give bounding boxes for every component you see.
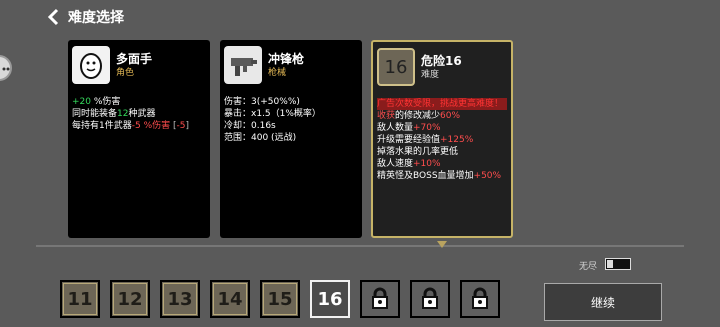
- character-card-header: 多面手 角色: [72, 46, 206, 84]
- character-stats: +20 %伤害 同时能装备12种武器 每持有1件武器-5 %伤害 [-5]: [72, 96, 206, 132]
- difficulty-enemy-count: 敌人数量+70%: [377, 123, 441, 133]
- edge-menu-button[interactable]: [0, 55, 12, 81]
- difficulty-name: 危险16: [421, 53, 462, 68]
- difficulty-fruit-drop: 掉落水果的几率更低: [377, 147, 459, 157]
- difficulty-type: 难度: [421, 69, 440, 80]
- weapon-stat-range: 范围：400 (远战): [224, 133, 297, 143]
- weapon-name: 冲锋枪: [268, 51, 305, 66]
- character-stat-damage: +20 %伤害: [72, 97, 121, 107]
- back-icon[interactable]: [46, 8, 62, 26]
- weapon-stats: 伤害：3(+50%%) 暴击：x1.5（1%概率） 冷却：0.16s 范围：40…: [224, 96, 358, 144]
- level-button-14[interactable]: 14: [210, 280, 250, 318]
- difficulty-stats: 广告次数受限，挑战更高难度！ 收获的修改减少60% 敌人数量+70% 升级需要经…: [377, 98, 507, 182]
- level-button-13[interactable]: 13: [160, 280, 200, 318]
- infinite-mode-label: 无尽: [579, 262, 598, 272]
- weapon-stat-cooldown: 冷却：0.16s: [224, 121, 276, 131]
- difficulty-upgrade-xp: 升级需要经验值+125%: [377, 135, 474, 145]
- difficulty-enemy-speed: 敌人速度+10%: [377, 159, 441, 169]
- selection-pointer-icon: [437, 241, 447, 248]
- egg-icon: [80, 53, 102, 79]
- lock-icon: [422, 287, 438, 309]
- infinite-mode-toggle[interactable]: [605, 258, 631, 270]
- weapon-card[interactable]: 冲锋枪 枪械 伤害：3(+50%%) 暴击：x1.5（1%概率） 冷却：0.16…: [220, 40, 362, 238]
- lock-icon: [372, 287, 388, 309]
- difficulty-warning: 广告次数受限，挑战更高难度！: [377, 98, 507, 110]
- character-type: 角色: [116, 67, 135, 78]
- character-card[interactable]: 多面手 角色 +20 %伤害 同时能装备12种武器 每持有1件武器-5 %伤害 …: [68, 40, 210, 238]
- lock-icon: [472, 287, 488, 309]
- weapon-stat-crit: 暴击：x1.5（1%概率）: [224, 109, 321, 119]
- character-portrait: [72, 46, 110, 84]
- toggle-knob: [607, 260, 613, 268]
- difficulty-elite-health: 精英怪及BOSS血量增加+50%: [377, 171, 502, 181]
- gun-icon: [231, 58, 257, 76]
- page-title: 难度选择: [68, 10, 124, 26]
- page-header: 难度选择: [46, 7, 124, 27]
- character-stat-per-weapon: 每持有1件武器-5 %伤害 [-5]: [72, 121, 190, 131]
- weapon-card-header: 冲锋枪 枪械: [224, 46, 358, 84]
- edge-menu-icon: [2, 67, 10, 71]
- difficulty-harvest: 收获的修改减少60%: [377, 111, 461, 121]
- selection-divider: [36, 245, 684, 247]
- level-button-16[interactable]: 16: [310, 280, 350, 318]
- level-button-15[interactable]: 15: [260, 280, 300, 318]
- locked-level-button[interactable]: [460, 280, 500, 318]
- character-name: 多面手: [116, 51, 153, 66]
- weapon-stat-damage: 伤害：3(+50%%): [224, 97, 300, 107]
- weapon-type: 枪械: [268, 67, 287, 78]
- difficulty-card[interactable]: 16 危险16 难度 广告次数受限，挑战更高难度！ 收获的修改减少60% 敌人数…: [371, 40, 513, 238]
- continue-button[interactable]: 继续: [544, 283, 662, 321]
- difficulty-level-badge: 16: [377, 48, 415, 86]
- level-button-11[interactable]: 11: [60, 280, 100, 318]
- locked-level-button[interactable]: [410, 280, 450, 318]
- difficulty-card-header: 16 危险16 难度: [377, 48, 507, 86]
- character-stat-weapons: 同时能装备12种武器: [72, 109, 156, 119]
- locked-level-button[interactable]: [360, 280, 400, 318]
- weapon-portrait: [224, 46, 262, 84]
- level-button-12[interactable]: 12: [110, 280, 150, 318]
